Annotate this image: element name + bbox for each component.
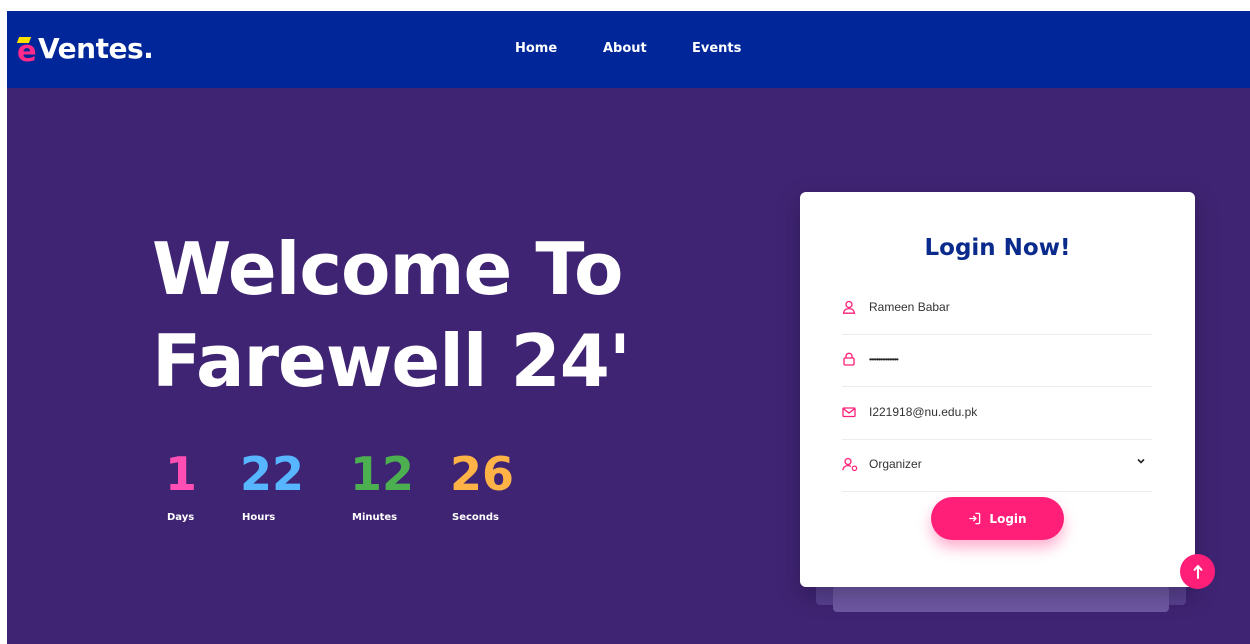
countdown-hours-label: Hours <box>242 512 276 523</box>
scroll-to-top-button[interactable] <box>1180 554 1215 589</box>
nav-home-link[interactable]: Home <box>515 41 557 56</box>
password-field[interactable]: •••••••••••••••• <box>842 336 1152 387</box>
countdown-seconds-value: 26 <box>450 447 515 501</box>
logo-mark: e <box>16 35 39 66</box>
name-value: Rameen Babar <box>869 300 950 314</box>
countdown-minutes-value: 12 <box>350 447 415 501</box>
hero-title-line1: Welcome To <box>152 227 623 311</box>
chevron-down-icon <box>1137 458 1145 464</box>
hero-title: Welcome To Farewell 24' <box>152 223 631 407</box>
mail-icon <box>842 407 856 418</box>
nav-about-link[interactable]: About <box>603 41 647 56</box>
countdown-days-value: 1 <box>165 447 198 501</box>
login-title: Login Now! <box>924 235 1071 261</box>
countdown-minutes: 12 Minutes <box>350 446 415 523</box>
login-button-label: Login <box>989 511 1027 526</box>
user-icon <box>842 300 856 314</box>
logo-text: Ventes. <box>38 32 154 65</box>
logo-accent <box>16 37 32 43</box>
page: e Ventes. Home About Events Welcome To F… <box>7 11 1250 644</box>
countdown-hours-value: 22 <box>240 447 305 501</box>
login-card: Login Now! Rameen Babar ••••••••••••••••… <box>800 192 1195 587</box>
arrow-up-icon <box>1193 564 1202 579</box>
email-value: I221918@nu.edu.pk <box>869 405 978 419</box>
countdown-minutes-label: Minutes <box>352 512 398 523</box>
countdown-seconds: 26 Seconds <box>450 446 515 523</box>
login-button[interactable]: Login <box>931 497 1064 540</box>
nav-events-link[interactable]: Events <box>692 41 741 56</box>
hero-title-line2: Farewell 24' <box>152 319 631 403</box>
brand-logo[interactable]: e Ventes. <box>16 29 154 69</box>
user-role-icon <box>842 457 858 471</box>
lock-icon <box>843 352 855 366</box>
role-value: Organizer <box>869 457 922 471</box>
login-icon <box>969 512 981 525</box>
countdown-hours: 22 Hours <box>240 446 305 523</box>
role-select[interactable]: Organizer <box>842 441 1152 492</box>
countdown-days-label: Days <box>167 512 195 523</box>
navbar: e Ventes. Home About Events <box>7 11 1250 88</box>
password-value: •••••••••••••••• <box>869 355 899 364</box>
countdown-days: 1 Days <box>165 446 198 523</box>
name-field[interactable]: Rameen Babar <box>842 284 1152 335</box>
card-backdrop-lower <box>833 586 1169 612</box>
email-field[interactable]: I221918@nu.edu.pk <box>842 389 1152 440</box>
countdown-seconds-label: Seconds <box>452 512 500 523</box>
